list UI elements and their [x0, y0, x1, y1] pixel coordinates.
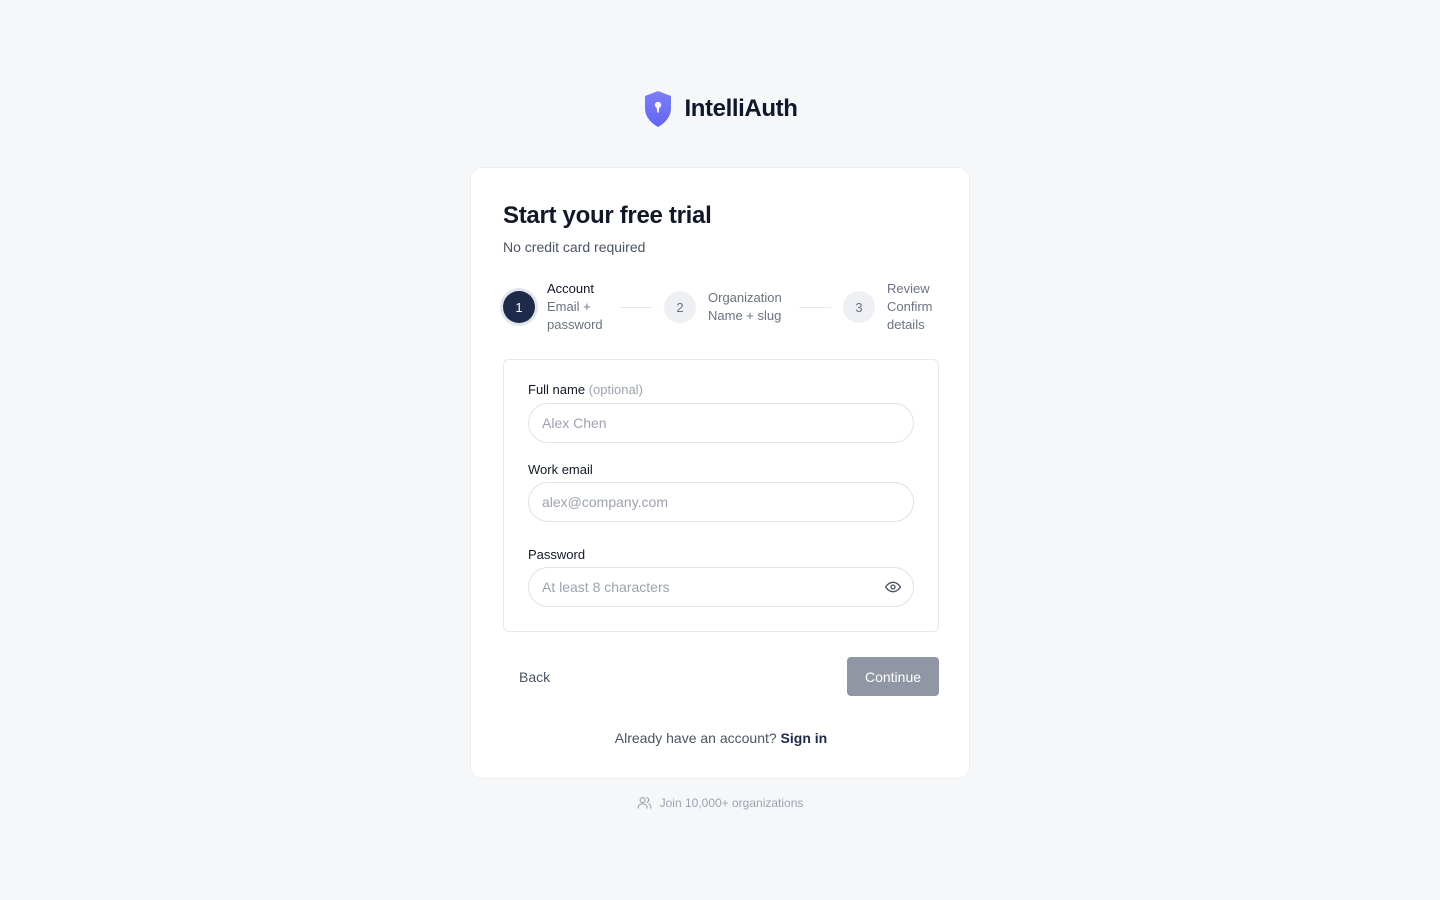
step-description: Email +	[547, 299, 591, 314]
signin-prompt-text: Already have an account?	[614, 730, 777, 746]
brand-name: IntelliAuth	[684, 95, 798, 122]
step-number: 2	[664, 291, 696, 323]
progress-stepper: 1 Account Email + password 2 Organizatio…	[503, 280, 939, 336]
password-label: Password	[528, 547, 586, 562]
step-connector	[620, 307, 652, 308]
step-number: 3	[843, 291, 875, 323]
full-name-input[interactable]	[528, 403, 914, 443]
step-number: 1	[503, 291, 535, 323]
signup-card: Start your free trial No credit card req…	[470, 167, 970, 779]
signin-prompt: Already have an account? Sign in	[471, 730, 971, 746]
page-subtitle: No credit card required	[503, 239, 646, 255]
full-name-label: Full name (optional)	[528, 382, 643, 397]
brand-header: IntelliAuth	[0, 90, 1440, 128]
footer-text: Join 10,000+ organizations	[659, 795, 804, 810]
step-label: Account	[547, 281, 594, 296]
step-label: Review	[887, 281, 930, 296]
step-label: Organization	[708, 290, 782, 305]
work-email-label: Work email	[528, 462, 593, 477]
step-connector	[799, 307, 831, 308]
footer-note: Join 10,000+ organizations	[0, 795, 1440, 810]
eye-icon[interactable]	[884, 578, 902, 596]
step-description: Name + slug	[708, 308, 782, 323]
work-email-input[interactable]	[528, 482, 914, 522]
account-form: Full name (optional) Work email Password	[503, 359, 939, 632]
full-name-label-text: Full name	[528, 382, 586, 397]
step-description: password	[547, 317, 603, 332]
optional-hint: (optional)	[588, 382, 643, 397]
password-input[interactable]	[528, 567, 914, 607]
signin-link[interactable]: Sign in	[781, 730, 828, 746]
shield-icon	[644, 91, 671, 127]
users-icon	[637, 796, 651, 809]
step-description: Confirm	[887, 299, 933, 314]
back-button[interactable]: Back	[503, 657, 566, 696]
signup-page: IntelliAuth Start your free trial No cre…	[0, 0, 1440, 900]
continue-button[interactable]: Continue	[847, 657, 939, 696]
page-title: Start your free trial	[503, 202, 712, 229]
step-description: details	[887, 317, 925, 332]
